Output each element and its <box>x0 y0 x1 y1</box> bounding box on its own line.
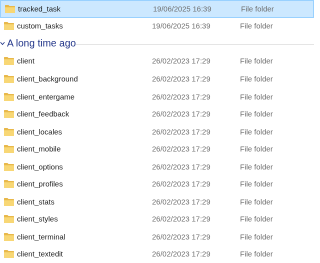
file-row-client-locales[interactable]: client_locales 26/02/2023 17:29 File fol… <box>0 123 314 141</box>
file-row-client-feedback[interactable]: client_feedback 26/02/2023 17:29 File fo… <box>0 105 314 123</box>
folder-icon <box>4 22 14 31</box>
file-date: 26/02/2023 17:29 <box>152 74 211 84</box>
file-name: custom_tasks <box>17 21 63 31</box>
file-row-tracked-task[interactable]: tracked_task 19/06/2025 16:39 File folde… <box>0 0 314 18</box>
folder-icon <box>4 197 14 206</box>
folder-icon <box>4 232 14 241</box>
folder-icon <box>5 4 15 13</box>
file-name: client_background <box>17 74 78 84</box>
file-row-client-entergame[interactable]: client_entergame 26/02/2023 17:29 File f… <box>0 88 314 106</box>
file-date: 26/02/2023 17:29 <box>152 109 211 119</box>
file-type: File folder <box>240 232 273 242</box>
file-name: client_stats <box>17 197 55 207</box>
group-header-a-long-time-ago[interactable]: A long time ago <box>0 35 314 53</box>
file-type: File folder <box>241 4 274 14</box>
folder-icon <box>4 92 14 101</box>
file-type: File folder <box>240 162 273 172</box>
file-type: File folder <box>240 214 273 224</box>
file-type: File folder <box>240 249 273 259</box>
file-row-client-textedit[interactable]: client_textedit 26/02/2023 17:29 File fo… <box>0 246 314 263</box>
folder-icon <box>4 110 14 119</box>
file-date: 26/02/2023 17:29 <box>152 249 211 259</box>
file-name: client_options <box>17 162 63 172</box>
group-divider <box>76 43 314 45</box>
file-name: client_styles <box>17 214 58 224</box>
file-name: client_terminal <box>17 232 66 242</box>
file-date: 26/02/2023 17:29 <box>152 232 211 242</box>
file-name: client_profiles <box>17 179 63 189</box>
file-row-client-options[interactable]: client_options 26/02/2023 17:29 File fol… <box>0 158 314 176</box>
file-type: File folder <box>240 92 273 101</box>
folder-icon <box>4 250 14 259</box>
file-row-client-styles[interactable]: client_styles 26/02/2023 17:29 File fold… <box>0 211 314 229</box>
file-type: File folder <box>240 179 273 189</box>
file-row-client-background[interactable]: client_background 26/02/2023 17:29 File … <box>0 70 314 88</box>
file-type: File folder <box>240 144 273 154</box>
group-title: A long time ago <box>7 38 76 50</box>
chevron-down-icon <box>0 41 5 45</box>
file-name: client <box>17 56 35 66</box>
file-type: File folder <box>240 56 273 66</box>
folder-icon <box>4 162 14 171</box>
file-name: client_mobile <box>17 144 61 154</box>
file-row-client-profiles[interactable]: client_profiles 26/02/2023 17:29 File fo… <box>0 175 314 193</box>
file-name: client_locales <box>17 127 63 137</box>
file-type: File folder <box>240 74 273 84</box>
file-name: client_entergame <box>17 92 75 101</box>
file-row-custom-tasks[interactable]: custom_tasks 19/06/2025 16:39 File folde… <box>0 18 314 36</box>
file-row-client-mobile[interactable]: client_mobile 26/02/2023 17:29 File fold… <box>0 140 314 158</box>
file-date: 19/06/2025 16:39 <box>153 4 212 14</box>
file-date: 19/06/2025 16:39 <box>152 21 211 31</box>
file-date: 26/02/2023 17:29 <box>152 144 211 154</box>
file-date: 26/02/2023 17:29 <box>152 162 211 172</box>
file-row-client[interactable]: client 26/02/2023 17:29 File folder <box>0 53 314 71</box>
file-list: tracked_task 19/06/2025 16:39 File folde… <box>0 0 314 263</box>
file-name: client_textedit <box>17 249 63 259</box>
folder-icon <box>4 215 14 224</box>
folder-icon <box>4 145 14 154</box>
folder-icon <box>4 57 14 66</box>
file-date: 26/02/2023 17:29 <box>152 197 211 207</box>
file-type: File folder <box>240 197 273 207</box>
file-date: 26/02/2023 17:29 <box>152 56 211 66</box>
file-type: File folder <box>240 109 273 119</box>
folder-icon <box>4 127 14 136</box>
file-row-client-terminal[interactable]: client_terminal 26/02/2023 17:29 File fo… <box>0 228 314 246</box>
file-date: 26/02/2023 17:29 <box>152 127 211 137</box>
folder-icon <box>4 180 14 189</box>
file-date: 26/02/2023 17:29 <box>152 179 211 189</box>
file-type: File folder <box>240 21 273 31</box>
file-type: File folder <box>240 127 273 137</box>
file-row-client-stats[interactable]: client_stats 26/02/2023 17:29 File folde… <box>0 193 314 211</box>
folder-icon <box>4 74 14 83</box>
file-date: 26/02/2023 17:29 <box>152 214 211 224</box>
file-name: client_feedback <box>17 109 70 119</box>
file-date: 26/02/2023 17:29 <box>152 92 211 101</box>
file-name: tracked_task <box>18 4 61 14</box>
